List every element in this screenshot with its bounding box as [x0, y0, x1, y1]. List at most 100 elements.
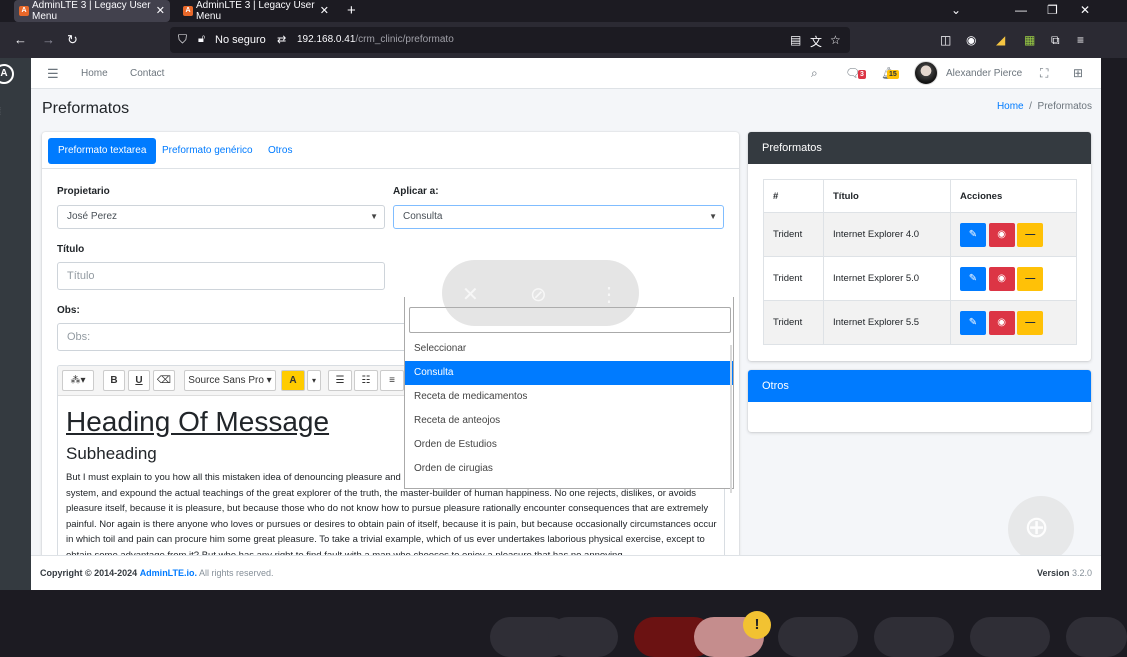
- remove-button[interactable]: —: [1017, 222, 1044, 247]
- reader-view-icon[interactable]: ▤: [790, 33, 801, 47]
- apply-label: Aplicar a:: [393, 186, 439, 197]
- brand-link[interactable]: AdminLTE.io.: [140, 568, 197, 578]
- insecure-lock-icon[interactable]: 🔓︎: [198, 33, 205, 46]
- dropdown-option[interactable]: Orden de Estudios: [405, 433, 733, 457]
- back-arrow-icon[interactable]: ←: [14, 32, 27, 47]
- minimize-icon[interactable]: —: [1015, 3, 1027, 17]
- control-button[interactable]: [874, 617, 954, 657]
- close-window-icon[interactable]: ✕: [1080, 3, 1090, 17]
- remove-button[interactable]: —: [1017, 310, 1044, 335]
- fullscreen-icon[interactable]: ⛶: [1040, 66, 1048, 81]
- close-tab-icon[interactable]: ✕: [156, 4, 165, 17]
- cell-id: Trident: [763, 212, 824, 257]
- control-button[interactable]: [1066, 617, 1127, 657]
- tab-otros[interactable]: Otros: [258, 138, 302, 164]
- toggle-button[interactable]: ◉: [988, 310, 1015, 335]
- page-footer: Copyright © 2014-2024 AdminLTE.io. All r…: [31, 555, 1101, 590]
- paragraph-align-button[interactable]: ≡: [380, 370, 404, 391]
- extensions-puzzle-icon[interactable]: ⧉: [1051, 33, 1060, 48]
- browser-toolbar: ← → ↻ ⛉ 🔓︎ No seguro ⇄ 192.168.0.41/crm_…: [0, 22, 1127, 58]
- sidebar-menu-icon[interactable]: ⁞: [0, 106, 1, 118]
- dropdown-option[interactable]: Seleccionar: [405, 337, 733, 361]
- clear-format-button[interactable]: ⌫: [153, 370, 175, 391]
- tab-preformato-textarea[interactable]: Preformato textarea: [48, 138, 157, 164]
- mute-off-icon[interactable]: ⊘: [530, 282, 547, 307]
- messages-badge: 3: [858, 70, 866, 79]
- browser-tab-title: AdminLTE 3 | Legacy User Menu: [196, 0, 315, 22]
- dropdown-option[interactable]: Receta de anteojos: [405, 409, 733, 433]
- tracking-shield-icon[interactable]: ⛉: [178, 32, 187, 47]
- search-icon[interactable]: ⌕: [811, 66, 818, 81]
- more-vertical-icon[interactable]: ⋮: [599, 282, 619, 307]
- account-icon[interactable]: ◉: [966, 33, 976, 47]
- control-button[interactable]: [778, 617, 858, 657]
- breadcrumb-home[interactable]: Home: [997, 101, 1024, 112]
- font-family-button[interactable]: Source Sans Pro ▾: [184, 370, 276, 391]
- restore-icon[interactable]: ❐: [1047, 3, 1058, 17]
- adminlte-favicon-icon: A: [19, 6, 29, 16]
- security-label[interactable]: No seguro: [215, 34, 266, 46]
- edit-button[interactable]: ✎: [960, 266, 986, 291]
- dropdown-scrollbar[interactable]: [730, 345, 732, 493]
- ordered-list-button[interactable]: ☷: [354, 370, 378, 391]
- new-tab-button[interactable]: +: [347, 2, 356, 19]
- pushmenu-hamburger-icon[interactable]: ☰: [47, 66, 59, 82]
- forward-arrow-icon[interactable]: →: [42, 32, 55, 47]
- browser-tab-2[interactable]: A AdminLTE 3 | Legacy User Menu ✕: [178, 0, 334, 22]
- menu-hamburger-icon[interactable]: ≡: [1077, 33, 1084, 47]
- nav-link-home[interactable]: Home: [81, 68, 108, 79]
- dropdown-option[interactable]: Orden de cirugias: [405, 457, 733, 481]
- pocket-icon[interactable]: ◫: [940, 33, 951, 47]
- magic-style-button[interactable]: ⁂▾: [62, 370, 94, 391]
- url-text[interactable]: 192.168.0.41/crm_clinic/preformato: [297, 34, 454, 45]
- toggle-button[interactable]: ◉: [988, 266, 1015, 291]
- control-sidebar-icon[interactable]: ⊞: [1073, 66, 1083, 80]
- control-button[interactable]: [548, 617, 618, 657]
- title-label: Título: [57, 244, 85, 255]
- sidebar-collapsed: A ⁞: [0, 58, 31, 590]
- underline-button[interactable]: U: [128, 370, 150, 391]
- zoom-in-button[interactable]: ⊕: [1008, 496, 1074, 562]
- url-path: /crm_clinic/preformato: [355, 34, 454, 45]
- bookmark-star-icon[interactable]: ☆: [830, 33, 841, 47]
- pin-off-icon[interactable]: ✕: [462, 282, 479, 307]
- table-row: Trident Internet Explorer 5.0 ✎ ◉ —: [763, 256, 1077, 301]
- dropdown-option[interactable]: Receta de medicamentos: [405, 385, 733, 409]
- edit-button[interactable]: ✎: [960, 222, 986, 247]
- owner-select[interactable]: José Perez ▼: [57, 205, 385, 229]
- apply-select[interactable]: Consulta ▼: [393, 205, 724, 229]
- permissions-icon[interactable]: ⇄: [277, 33, 286, 46]
- browser-tab-1[interactable]: A AdminLTE 3 | Legacy User Menu ✕: [14, 0, 170, 22]
- cell-actions: ✎ ◉ —: [950, 212, 1077, 257]
- unordered-list-button[interactable]: ☰: [328, 370, 352, 391]
- user-name[interactable]: Alexander Pierce: [946, 68, 1022, 79]
- color-caret-button[interactable]: ▾: [307, 370, 321, 391]
- rights-text: All rights reserved.: [199, 568, 274, 578]
- user-avatar[interactable]: [914, 61, 938, 85]
- edit-button[interactable]: ✎: [960, 310, 986, 335]
- address-bar[interactable]: ⛉ 🔓︎ No seguro ⇄ 192.168.0.41/crm_clinic…: [170, 27, 850, 53]
- title-input[interactable]: Título: [57, 262, 385, 290]
- table-row: Trident Internet Explorer 4.0 ✎ ◉ —: [763, 212, 1077, 257]
- version-label: Version: [1036, 568, 1070, 578]
- bold-button[interactable]: B: [103, 370, 125, 391]
- toggle-button[interactable]: ◉: [988, 222, 1015, 247]
- extension-color-icon[interactable]: ▦: [1024, 33, 1035, 47]
- nav-link-contact[interactable]: Contact: [130, 68, 164, 79]
- brand-logo-icon[interactable]: A: [0, 64, 14, 84]
- reload-icon[interactable]: ↻: [67, 32, 78, 48]
- control-button[interactable]: [970, 617, 1050, 657]
- preformato-form-card: Preformato textarea Preformato genérico …: [42, 132, 739, 565]
- dropdown-option-selected[interactable]: Consulta: [405, 361, 733, 385]
- close-tab-icon[interactable]: ✕: [320, 4, 329, 17]
- tabs-divider: [42, 168, 739, 169]
- extension-icon[interactable]: ◢: [996, 33, 1005, 47]
- remove-button[interactable]: —: [1017, 266, 1044, 291]
- translate-icon[interactable]: 文: [810, 33, 822, 50]
- screen-share-control-bar: !: [0, 590, 1127, 657]
- cell-actions: ✎ ◉ —: [950, 256, 1077, 301]
- tab-preformato-generico[interactable]: Preformato genérico: [152, 138, 263, 164]
- preformatos-table: # Título Acciones Trident Internet Explo…: [763, 179, 1077, 345]
- chevron-down-icon[interactable]: ⌄: [951, 3, 961, 17]
- text-color-button[interactable]: A: [281, 370, 305, 391]
